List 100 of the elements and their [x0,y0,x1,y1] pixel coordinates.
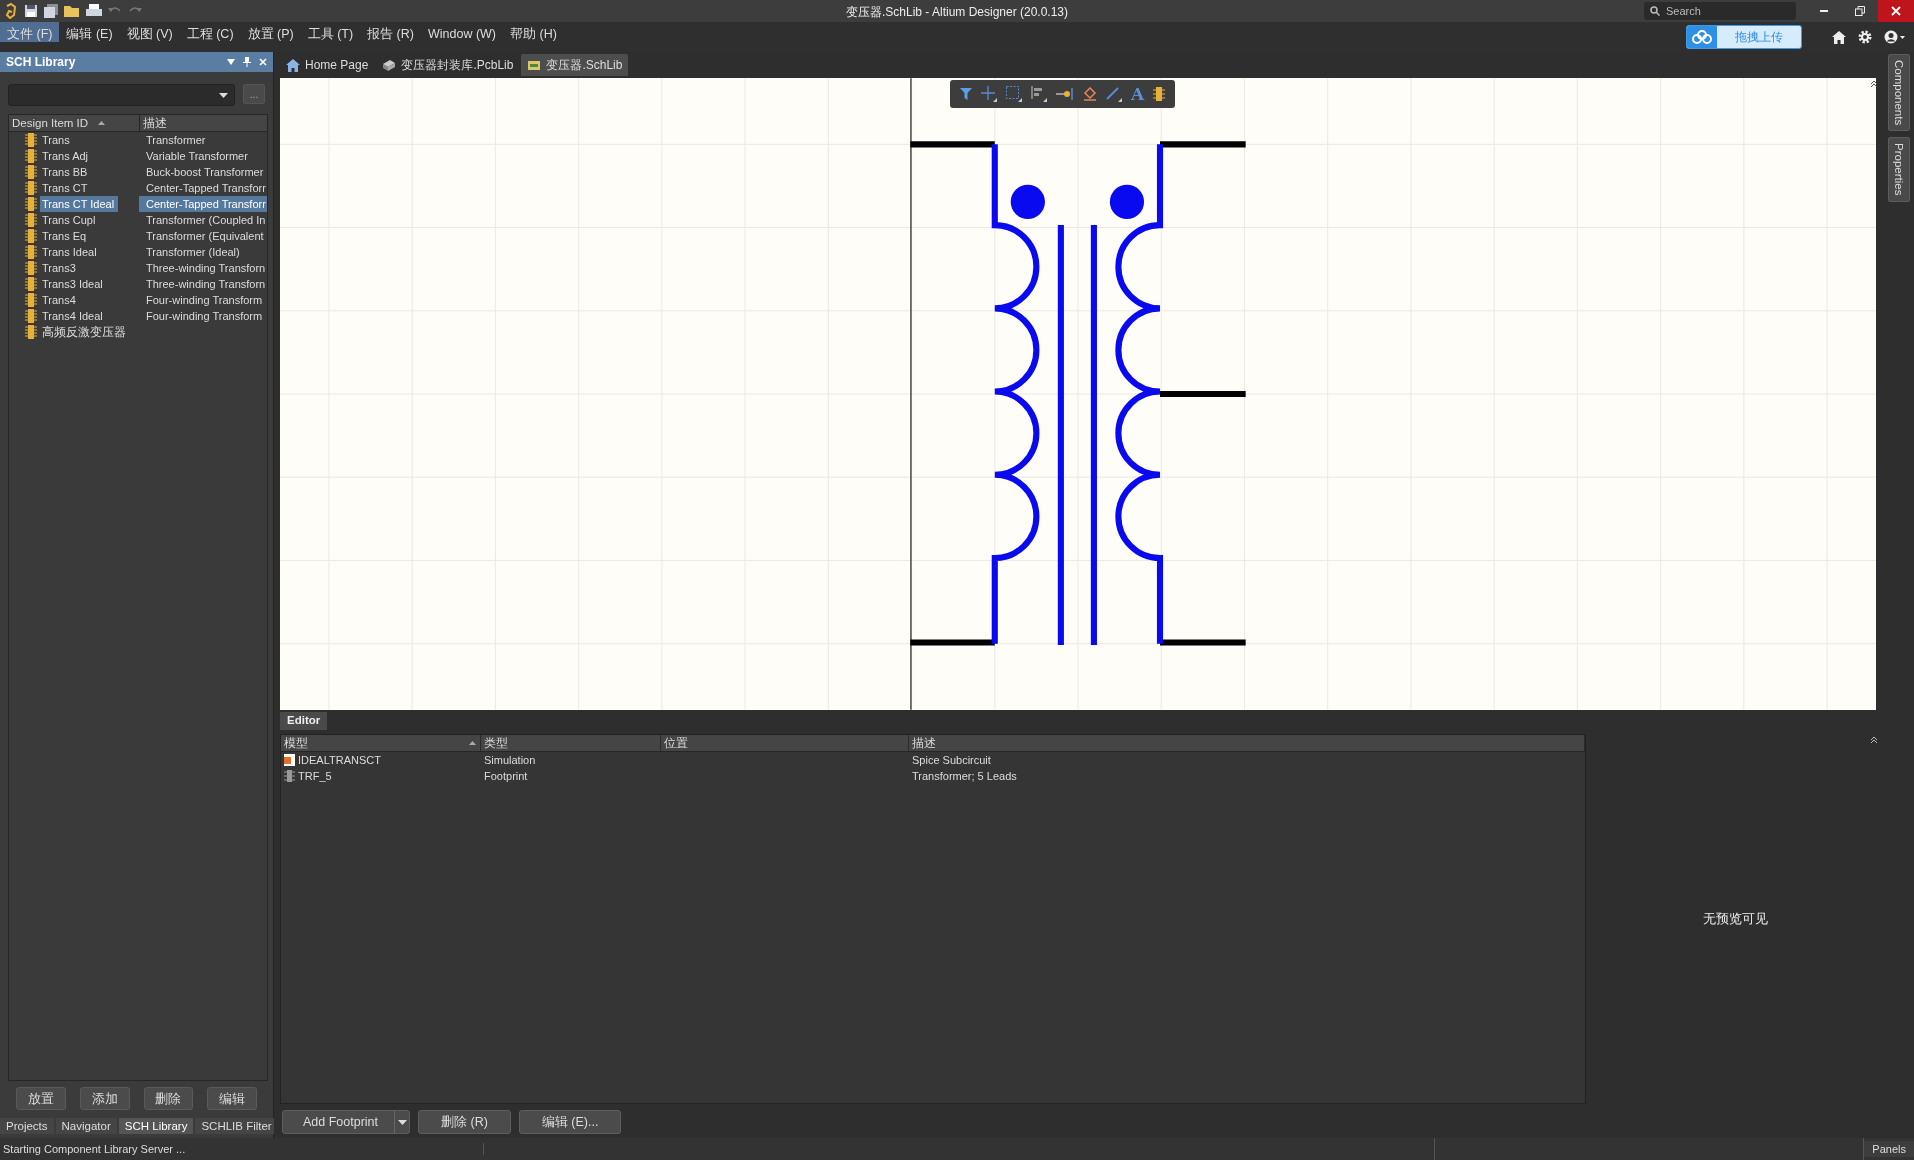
pin-tool-icon[interactable] [1056,87,1074,101]
menu-item[interactable]: 帮助 (H) [503,22,564,42]
caret-icon [219,92,228,98]
panel-tab[interactable]: Projects [0,1118,54,1134]
panel-button[interactable]: 编辑 [207,1087,257,1110]
column-header[interactable]: Design Item ID [9,115,139,131]
component-description[interactable]: Transformer [139,132,267,148]
transformer-symbol-drawing[interactable] [910,141,1246,646]
print-icon[interactable] [86,4,102,18]
table-cell-text: Transformer; 5 Leads [912,769,1017,784]
component-description[interactable]: Variable Transformer [139,148,267,164]
menu-item[interactable]: 编辑 (E) [59,22,120,42]
column-header[interactable]: 描述 [909,735,1585,751]
component-id[interactable]: Trans Cupl [40,212,100,228]
close-button[interactable] [1878,0,1914,22]
cloud-icon [1692,30,1712,44]
restore-icon[interactable] [1855,6,1865,16]
component-icon [25,309,37,323]
line-tool-icon[interactable] [1106,86,1122,102]
component-icon [25,149,37,163]
browse-button[interactable]: ... [243,84,265,104]
component-id[interactable]: Trans CT Ideal [40,196,119,212]
component-id[interactable]: Trans Ideal [40,244,101,260]
component-id[interactable]: Trans4 Ideal [40,308,107,324]
component-id[interactable]: Trans BB [40,164,92,180]
table-cell-text: IDEALTRANSCT [298,753,381,768]
panels-button[interactable]: Panels [1864,1141,1914,1157]
component-description[interactable]: Transformer (Coupled In [139,212,267,228]
component-description[interactable]: Four-winding Transform [139,292,267,308]
filter-icon[interactable] [960,88,972,100]
save-icon[interactable] [24,4,38,18]
component-icon [25,165,37,179]
component-id[interactable]: Trans4 [40,292,80,308]
align-icon[interactable] [1031,86,1047,102]
sort-icon [98,121,106,125]
menu-item[interactable]: Window (W) [420,22,503,42]
side-panel-tab[interactable]: Components [1888,54,1910,132]
close-icon[interactable] [259,58,267,66]
component-description[interactable]: Buck-boost Transformer [139,164,267,180]
settings-icon[interactable] [1858,30,1872,44]
component-id[interactable]: Trans Eq [40,228,91,244]
menu-item[interactable]: 工程 (C) [179,22,241,42]
collapse-icon[interactable] [1870,736,1878,744]
caret-icon [397,1119,407,1125]
component-id[interactable]: Trans CT [40,180,92,196]
shape-tool-icon[interactable] [1083,87,1097,101]
column-header[interactable]: 模型 [281,735,481,751]
document-tab[interactable]: 变压器.SchLib [521,54,629,76]
folder-icon[interactable] [64,4,80,18]
component-id[interactable]: 高频反激变压器 [40,324,130,340]
save-all-icon[interactable] [44,4,58,18]
menu-item[interactable]: 放置 (P) [240,22,301,42]
window-title: 变压器.SchLib - Altium Designer (20.0.13) [845,4,1069,21]
search-icon [1650,6,1660,16]
component-tool-icon[interactable] [1153,87,1166,101]
component-description[interactable]: Center-Tapped Transforr [139,196,267,212]
menu-item[interactable]: 文件 (F) [0,22,60,42]
menu-item[interactable]: 工具 (T) [300,22,361,42]
search-field[interactable]: Search [1644,2,1796,20]
add-footprint-button[interactable]: Add Footprint [282,1110,411,1134]
table-cell-text: Spice Subcircuit [912,753,991,768]
component-icon [25,197,37,211]
editor-tab[interactable]: Editor [280,712,328,730]
crosshair-icon[interactable] [981,86,997,102]
column-header[interactable]: 描述 [139,115,267,131]
remove-model-button[interactable]: 删除 (R) [418,1110,511,1134]
app-logo-icon[interactable] [4,3,18,19]
component-description[interactable]: Three-winding Transforn [139,276,267,292]
dropdown-icon[interactable] [227,59,235,65]
column-header[interactable]: 位置 [661,735,909,751]
simulation-model-icon [284,754,295,766]
side-panel-tab[interactable]: Properties [1888,137,1910,202]
table-cell-text: Simulation [484,753,536,768]
document-tab[interactable]: 变压器封装库.PcbLib [376,54,520,76]
component-description[interactable]: Transformer (Ideal) [139,244,267,260]
edit-model-button[interactable]: 编辑 (E)... [518,1110,622,1134]
panel-button[interactable]: 放置 [16,1087,66,1110]
panel-tab[interactable]: Navigator [55,1118,117,1134]
component-icon [25,245,37,259]
panel-button[interactable]: 删除 [143,1087,194,1110]
pin-icon[interactable] [243,57,251,67]
component-description[interactable]: Center-Tapped Transforr [139,180,267,196]
document-tab[interactable]: Home Page [280,54,375,76]
component-id[interactable]: Trans Adj [40,148,93,164]
component-id[interactable]: Trans3 Ideal [40,276,107,292]
component-description[interactable]: Three-winding Transforn [139,260,267,276]
home-icon[interactable] [1832,30,1846,44]
component-description[interactable]: Four-winding Transform [139,308,267,324]
preview-message: 无预览可见 [1702,910,1768,928]
component-description[interactable]: Transformer (Equivalent [139,228,267,244]
menu-item[interactable]: 视图 (V) [119,22,180,42]
user-icon[interactable] [1884,30,1906,44]
component-id[interactable]: Trans [40,132,74,148]
collapse-icon[interactable] [1870,80,1878,88]
panel-button[interactable]: 添加 [79,1087,130,1110]
component-id[interactable]: Trans3 [40,260,80,276]
select-rectangle-icon[interactable] [1006,86,1022,102]
column-header[interactable]: 类型 [481,735,661,751]
menu-item[interactable]: 报告 (R) [360,22,421,42]
panel-tab[interactable]: SCH Library [118,1118,194,1134]
